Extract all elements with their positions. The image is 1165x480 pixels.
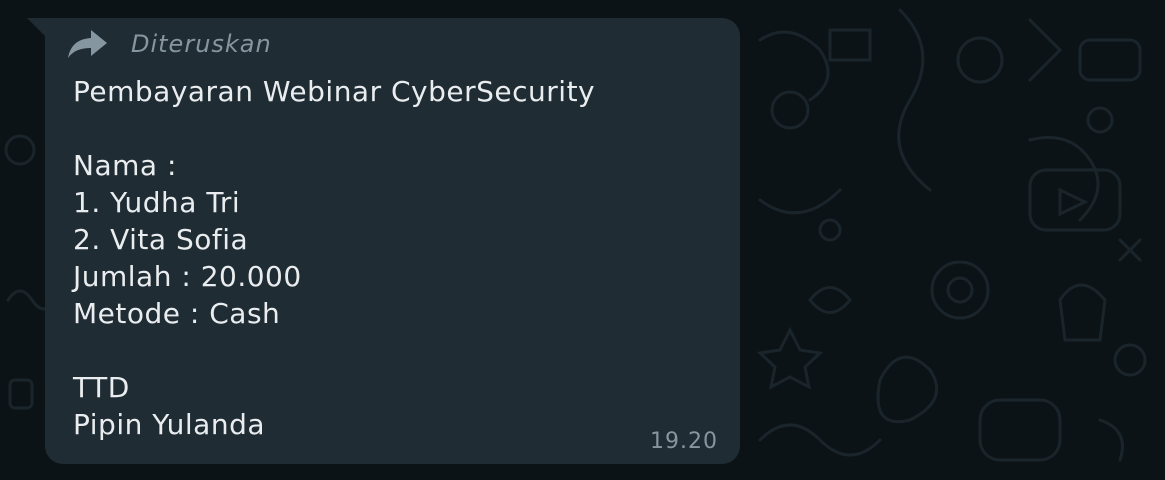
message-text: Pembayaran Webinar CyberSecurity Nama : … (73, 73, 693, 443)
message-line: TTD (73, 371, 130, 404)
forwarded-label: Diteruskan (131, 30, 272, 58)
message-bubble-tail (27, 18, 47, 38)
message-line (73, 110, 693, 147)
chat-background: Diteruskan Pembayaran Webinar CyberSecur… (0, 0, 1165, 480)
message-bubble[interactable]: Diteruskan Pembayaran Webinar CyberSecur… (45, 18, 740, 464)
message-line: Nama : (73, 149, 177, 182)
message-line: Pipin Yulanda (73, 408, 265, 441)
message-line: Metode : Cash (73, 297, 281, 330)
message-line: Jumlah : 20.000 (73, 260, 302, 293)
message-line: Pembayaran Webinar CyberSecurity (73, 75, 596, 108)
message-timestamp: 19.20 (650, 429, 718, 454)
message-line (73, 332, 693, 369)
message-line: 2. Vita Sofia (73, 223, 249, 256)
forwarded-indicator: Diteruskan (67, 28, 272, 60)
message-line: 1. Yudha Tri (73, 186, 241, 219)
forward-arrow-icon (68, 30, 107, 58)
